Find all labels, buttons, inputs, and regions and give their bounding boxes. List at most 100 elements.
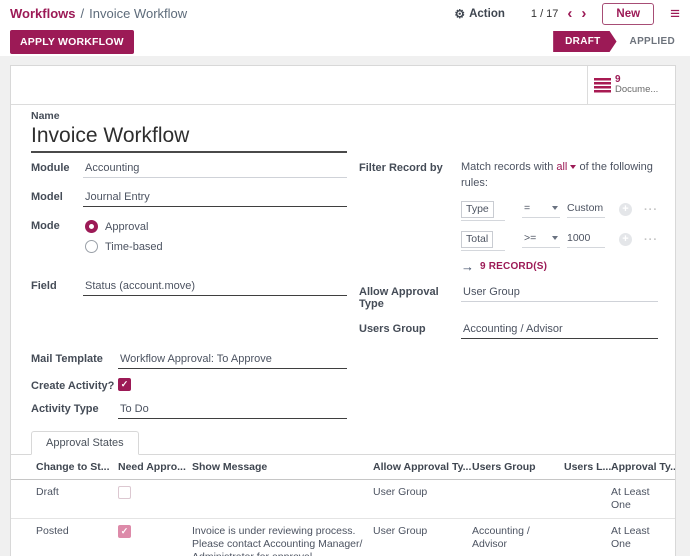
status-applied[interactable]: APPLIED: [630, 36, 675, 47]
filter-rule-row: Type = Custom + ···: [461, 199, 658, 221]
mode-option-time-based[interactable]: Time-based: [85, 240, 345, 253]
action-menu-button[interactable]: ⚙ Action: [454, 7, 505, 21]
users-group-label: Users Group: [359, 321, 453, 335]
filter-record-label: Filter Record by: [359, 160, 453, 174]
module-label: Module: [31, 160, 83, 174]
breadcrumb-separator: /: [81, 6, 85, 21]
name-label: Name: [31, 110, 347, 122]
col-users-group[interactable]: Users Group: [472, 455, 564, 480]
rule-more-icon[interactable]: ···: [644, 234, 658, 246]
mode-row: Mode Approval Time-based: [31, 218, 347, 263]
mail-template-label: Mail Template: [31, 351, 118, 365]
cell-users-list: [564, 518, 611, 556]
match-prefix: Match records with: [461, 161, 553, 173]
col-approval-type[interactable]: Approval Ty...: [611, 455, 675, 480]
name-input[interactable]: Invoice Workflow: [31, 122, 347, 153]
field-label: Field: [31, 278, 83, 292]
col-show-message[interactable]: Show Message: [192, 455, 373, 480]
check-icon: ✓: [121, 380, 129, 389]
add-rule-icon[interactable]: +: [619, 203, 632, 216]
filter-content: Match records with all of the following …: [461, 160, 658, 273]
allow-approval-type-input[interactable]: User Group: [461, 284, 658, 302]
status-bar: DRAFT APPLIED: [553, 31, 680, 52]
documents-smart-button[interactable]: 9 Docume...: [587, 66, 675, 104]
cell-need-approval: [118, 479, 192, 518]
users-group-input[interactable]: Accounting / Advisor: [461, 321, 658, 339]
rule-operator-value: >=: [524, 232, 536, 244]
rule-operator-value: =: [524, 202, 530, 214]
menu-icon[interactable]: ≡: [670, 5, 680, 22]
table-row-posted[interactable]: Posted ✓ Invoice is under reviewing proc…: [11, 518, 675, 556]
allow-approval-type-row: Allow Approval Type User Group: [359, 284, 658, 310]
documents-label: Docume...: [615, 85, 658, 96]
need-approval-checkbox[interactable]: ✓: [118, 525, 131, 538]
mail-activity-group: Mail Template Workflow Approval: To Appr…: [31, 351, 347, 419]
match-records-line: Match records with all of the following …: [461, 160, 656, 191]
module-input[interactable]: Accounting: [83, 160, 347, 178]
create-activity-checkbox[interactable]: ✓: [118, 378, 131, 391]
smart-button-strip: 9 Docume...: [11, 66, 675, 105]
col-change-to-state[interactable]: Change to St...: [11, 455, 118, 480]
activity-type-input[interactable]: To Do: [118, 401, 347, 419]
chevron-down-icon: [552, 206, 558, 210]
cell-allow-type: User Group: [373, 479, 472, 518]
records-count-text: 9 RECORD(S): [480, 261, 547, 272]
pager-previous-icon[interactable]: ‹: [567, 6, 572, 21]
cell-allow-type: User Group: [373, 518, 472, 556]
match-all-dropdown[interactable]: all: [556, 161, 576, 173]
rule-value-text: Custom: [567, 202, 603, 214]
cell-approval-type: At Least One: [611, 479, 675, 518]
mode-option-approval[interactable]: Approval: [85, 220, 345, 233]
status-draft-badge[interactable]: DRAFT: [553, 31, 616, 52]
action-bar: APPLY WORKFLOW DRAFT APPLIED: [0, 27, 690, 56]
model-label: Model: [31, 189, 83, 203]
records-count-link[interactable]: → 9 RECORD(S): [461, 260, 658, 273]
cell-need-approval: ✓: [118, 518, 192, 556]
field-input[interactable]: Status (account.move): [83, 278, 347, 296]
tab-approval-states[interactable]: Approval States: [31, 431, 139, 455]
mail-template-input[interactable]: Workflow Approval: To Approve: [118, 351, 347, 369]
col-need-approval[interactable]: Need Appro...: [118, 455, 192, 480]
cell-message: Invoice is under reviewing process. Plea…: [192, 518, 373, 556]
breadcrumb-workflows-link[interactable]: Workflows: [10, 6, 76, 21]
col-allow-approval-type[interactable]: Allow Approval Ty...: [373, 455, 472, 480]
pager-next-icon[interactable]: ›: [581, 6, 586, 21]
mode-label: Mode: [31, 218, 83, 232]
rule-value-input[interactable]: 1000: [567, 231, 605, 248]
rule-field-input[interactable]: Total: [461, 231, 493, 248]
cell-users-group: Accounting / Advisor: [472, 518, 564, 556]
rule-value-select[interactable]: Custom: [567, 201, 605, 218]
filter-record-row: Filter Record by Match records with all …: [359, 160, 658, 273]
radio-selected-icon: [85, 220, 98, 233]
workflow-form-screen: Workflows / Invoice Workflow ⚙ Action 1 …: [0, 0, 690, 556]
rule-more-icon[interactable]: ···: [644, 204, 658, 216]
model-input[interactable]: Journal Entry: [83, 189, 347, 207]
filter-rule-row: Total >= 1000 + ···: [461, 229, 658, 251]
cell-users-list: [564, 479, 611, 518]
mode-options: Approval Time-based: [83, 218, 347, 263]
activity-type-row: Activity Type To Do: [31, 401, 347, 419]
form-sheet: 9 Docume... Name Invoice Workflow Module: [10, 65, 676, 556]
rule-field-input[interactable]: Type: [461, 201, 494, 218]
field-row: Field Status (account.move): [31, 278, 347, 296]
approval-states-table: Change to St... Need Appro... Show Messa…: [11, 455, 675, 556]
fields-area: Name Invoice Workflow Module Accounting …: [11, 105, 675, 419]
right-column: Filter Record by Match records with all …: [359, 160, 658, 339]
chevron-down-icon: [570, 165, 576, 169]
apply-workflow-button[interactable]: APPLY WORKFLOW: [10, 30, 134, 54]
rule-operator-select[interactable]: =: [522, 201, 560, 218]
documents-icon: [594, 78, 611, 93]
need-approval-checkbox[interactable]: [118, 486, 131, 499]
rule-field-cell: Total: [461, 229, 505, 251]
rule-operator-select[interactable]: >=: [522, 231, 560, 248]
breadcrumb-current: Invoice Workflow: [89, 6, 187, 21]
new-button[interactable]: New: [602, 3, 654, 25]
rule-value-text: 1000: [567, 232, 590, 244]
activity-type-label: Activity Type: [31, 401, 118, 415]
match-all-value: all: [556, 161, 567, 173]
table-row-draft[interactable]: Draft User Group At Least One: [11, 479, 675, 518]
col-users-list[interactable]: Users L...: [564, 455, 611, 480]
breadcrumb: Workflows / Invoice Workflow: [10, 6, 187, 21]
model-row: Model Journal Entry: [31, 189, 347, 207]
add-rule-icon[interactable]: +: [619, 233, 632, 246]
